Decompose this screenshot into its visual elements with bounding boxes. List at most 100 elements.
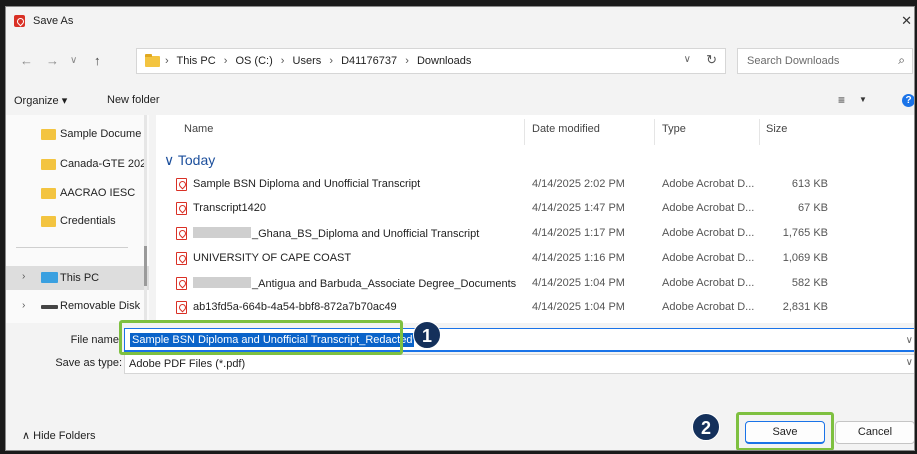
folder-icon [145, 54, 160, 67]
pdf-icon [176, 301, 187, 314]
step-badge-2: 2 [692, 413, 720, 441]
recent-locations-icon[interactable]: ∨ [70, 55, 77, 66]
scrollbar[interactable] [144, 115, 147, 323]
folder-icon [41, 188, 56, 199]
file-type: Adobe Acrobat D... [662, 178, 755, 190]
file-row[interactable]: _Antigua and Barbuda_Associate Degree_Do… [156, 273, 914, 297]
breadcrumb-item[interactable]: This PC [177, 55, 216, 67]
nav-item-folder[interactable]: Sample Docume [6, 123, 149, 145]
column-header-date[interactable]: Date modified [532, 123, 600, 135]
chevron-right-icon[interactable]: › [22, 271, 25, 282]
chevron-right-icon: › [223, 55, 228, 67]
file-row[interactable]: Transcript1420 4/14/2025 1:47 PM Adobe A… [156, 198, 914, 222]
command-bar: Organize ▾ New folder ≡ ▼ ? [6, 89, 914, 113]
nav-item-this-pc[interactable]: › This PC [6, 266, 149, 290]
view-options-icon[interactable]: ≡ [838, 93, 845, 107]
column-header-size[interactable]: Size [766, 123, 787, 135]
column-header-name[interactable]: Name [184, 123, 213, 135]
breadcrumb-item[interactable]: Downloads [417, 55, 471, 67]
file-name: UNIVERSITY OF CAPE COAST [193, 252, 351, 264]
chevron-down-icon[interactable]: ∨ [684, 54, 691, 65]
file-type: Adobe Acrobat D... [662, 227, 755, 239]
chevron-down-icon[interactable]: ▼ [859, 95, 867, 104]
file-name-label: File name: [70, 334, 122, 346]
file-name-text: UNIVERSITY OF CAPE COAST [193, 252, 352, 264]
chevron-right-icon: › [280, 55, 285, 67]
file-name-text: _Ghana_BS_Diploma and Unofficial Transcr… [252, 228, 480, 240]
new-folder-button[interactable]: New folder [107, 94, 160, 106]
chevron-up-icon: ∧ [22, 430, 31, 442]
file-name: ab13fd5a-664b-4a54-bbf8-872a7b70ac49 [193, 301, 397, 313]
chevron-right-icon: › [165, 55, 169, 67]
nav-item-removable-disk[interactable]: › Removable Disk [6, 295, 149, 317]
help-icon[interactable]: ? [902, 94, 914, 107]
file-name: Transcript1420 [193, 202, 266, 214]
column-header-type[interactable]: Type [662, 123, 686, 135]
close-icon[interactable]: ✕ [901, 13, 912, 29]
hide-folders-label: Hide Folders [33, 430, 96, 442]
save-as-type-select[interactable]: Adobe PDF Files (*.pdf) ∨ [124, 354, 914, 374]
file-date: 4/14/2025 1:04 PM [532, 277, 625, 289]
search-icon: ⌕ [898, 53, 905, 67]
drive-icon [41, 305, 58, 309]
group-header-label: Today [177, 152, 216, 168]
search-placeholder: Search Downloads [747, 55, 840, 67]
pdf-icon [176, 227, 187, 240]
back-icon[interactable]: ← [20, 53, 33, 68]
breadcrumb-item[interactable]: OS (C:) [235, 55, 272, 67]
nav-item-label: AACRAO IESC [60, 187, 136, 199]
divider [16, 247, 128, 248]
nav-item-folder[interactable]: Credentials [6, 210, 149, 232]
pdf-icon [176, 178, 187, 191]
breadcrumb-item[interactable]: D41176737 [341, 55, 397, 67]
file-date: 4/14/2025 1:04 PM [532, 301, 625, 313]
save-as-dialog: Save As ✕ ← → ∨ ↑ › This PC › OS (C:) › … [5, 6, 915, 451]
chevron-down-icon[interactable]: ∨ [906, 335, 913, 346]
nav-item-label: Sample Docume [60, 128, 142, 140]
folder-icon [41, 216, 56, 227]
organize-button[interactable]: Organize ▾ [14, 94, 67, 107]
chevron-down-icon[interactable]: ∨ [906, 357, 913, 368]
nav-item-folder[interactable]: Canada-GTE 202 [6, 153, 149, 175]
column-divider[interactable] [759, 119, 760, 145]
nav-item-folder[interactable]: AACRAO IESC [6, 182, 149, 204]
step-badge-1: 1 [413, 321, 441, 349]
address-bar[interactable]: › This PC › OS (C:) › Users › D41176737 … [136, 48, 726, 74]
nav-item-label: Canada-GTE 202 [60, 158, 147, 170]
file-name: _Ghana_BS_Diploma and Unofficial Transcr… [193, 227, 479, 240]
folder-icon [41, 129, 56, 140]
chevron-right-icon[interactable]: › [22, 300, 25, 311]
file-size: 2,831 KB [782, 301, 828, 313]
highlight-box-save [736, 412, 834, 450]
save-as-type-label: Save as type: [55, 357, 122, 369]
file-name-text: Transcript1420 [193, 202, 266, 214]
file-row[interactable]: ab13fd5a-664b-4a54-bbf8-872a7b70ac49 4/1… [156, 297, 914, 321]
column-divider[interactable] [524, 119, 525, 145]
breadcrumb-item[interactable]: Users [293, 55, 322, 67]
file-size: 1,765 KB [782, 227, 828, 239]
search-input[interactable]: Search Downloads ⌕ [737, 48, 913, 74]
hide-folders-button[interactable]: ∧ Hide Folders [22, 429, 95, 442]
file-size: 613 KB [791, 178, 828, 190]
file-name-text: ab13fd5a-664b-4a54-bbf8-872a7b70ac49 [193, 301, 397, 313]
refresh-icon[interactable]: ↻ [706, 52, 717, 68]
file-row[interactable]: _Ghana_BS_Diploma and Unofficial Transcr… [156, 223, 914, 247]
redaction-block [193, 227, 251, 238]
folder-icon [41, 159, 56, 170]
computer-icon [41, 272, 58, 283]
file-type: Adobe Acrobat D... [662, 252, 755, 264]
cancel-button[interactable]: Cancel [835, 421, 914, 444]
navigation-pane: Sample Docume Canada-GTE 202 AACRAO IESC… [6, 115, 149, 323]
pdf-icon [176, 252, 187, 265]
group-header[interactable]: ∨ Today [164, 152, 215, 169]
file-row[interactable]: UNIVERSITY OF CAPE COAST 4/14/2025 1:16 … [156, 248, 914, 272]
file-name-text: Sample BSN Diploma and Unofficial Transc… [193, 178, 421, 190]
scrollbar-thumb[interactable] [144, 246, 147, 286]
up-icon[interactable]: ↑ [94, 53, 101, 68]
file-date: 4/14/2025 1:17 PM [532, 227, 625, 239]
file-row[interactable]: Sample BSN Diploma and Unofficial Transc… [156, 174, 914, 198]
forward-icon[interactable]: → [46, 53, 59, 68]
column-divider[interactable] [654, 119, 655, 145]
file-date: 4/14/2025 1:16 PM [532, 252, 625, 264]
file-type: Adobe Acrobat D... [662, 202, 755, 214]
